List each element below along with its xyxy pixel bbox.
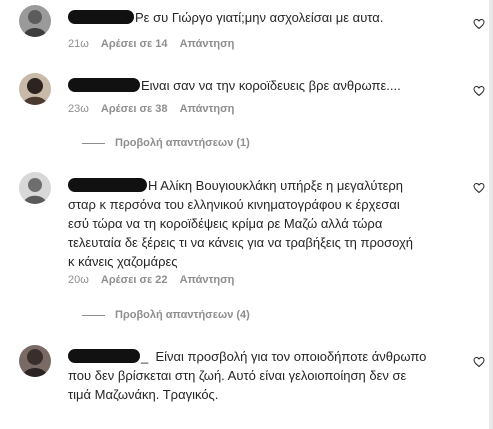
heart-outline-icon[interactable] xyxy=(473,85,485,97)
likes-count[interactable]: Αρέσει σε 14 xyxy=(101,38,168,50)
comment-time: 23ω xyxy=(68,103,89,115)
likes-count[interactable]: Αρέσει σε 22 xyxy=(101,274,168,286)
heart-outline-icon[interactable] xyxy=(473,356,485,368)
divider-line xyxy=(82,314,105,316)
redacted-username xyxy=(68,349,140,363)
comment-text: _ Είναι προσβολή για τον οποιοδήποτε άνθ… xyxy=(68,349,427,402)
window-edge xyxy=(489,0,493,429)
comment-meta: 21ω Αρέσει σε 14 Απάντηση xyxy=(68,37,243,51)
view-replies-button[interactable]: Προβολή απαντήσεων (4) xyxy=(82,308,250,322)
comment-text: Ρε συ Γιώργο γιατί;μην ασχολείσαι με αυτ… xyxy=(68,8,383,27)
divider-line xyxy=(82,142,105,144)
avatar[interactable] xyxy=(19,5,51,37)
comment-text: Ειναι σαν να την κοροϊδευεις βρε ανθρωπε… xyxy=(68,76,401,95)
reply-button[interactable]: Απάντηση xyxy=(180,38,235,50)
redacted-username xyxy=(68,10,134,24)
likes-count[interactable]: Αρέσει σε 38 xyxy=(101,103,168,115)
reply-button[interactable]: Απάντηση xyxy=(180,103,235,115)
heart-outline-icon[interactable] xyxy=(473,182,485,194)
view-replies-button[interactable]: Προβολή απαντήσεων (1) xyxy=(82,136,250,150)
comment-time: 21ω xyxy=(68,38,89,50)
comment-meta: 20ω Αρέσει σε 22 Απάντηση xyxy=(68,273,243,287)
redacted-username xyxy=(68,178,147,192)
comment-meta: 23ω Αρέσει σε 38 Απάντηση xyxy=(68,102,243,116)
heart-outline-icon[interactable] xyxy=(473,18,485,30)
avatar[interactable] xyxy=(19,73,51,105)
comment-time: 20ω xyxy=(68,274,89,286)
avatar[interactable] xyxy=(19,172,51,204)
redacted-username xyxy=(68,78,140,92)
avatar[interactable] xyxy=(19,345,51,377)
reply-button[interactable]: Απάντηση xyxy=(180,274,235,286)
comment-text: Η Αλίκη Βουγιουκλάκη υπήρξε η μεγαλύτερη… xyxy=(68,178,414,269)
